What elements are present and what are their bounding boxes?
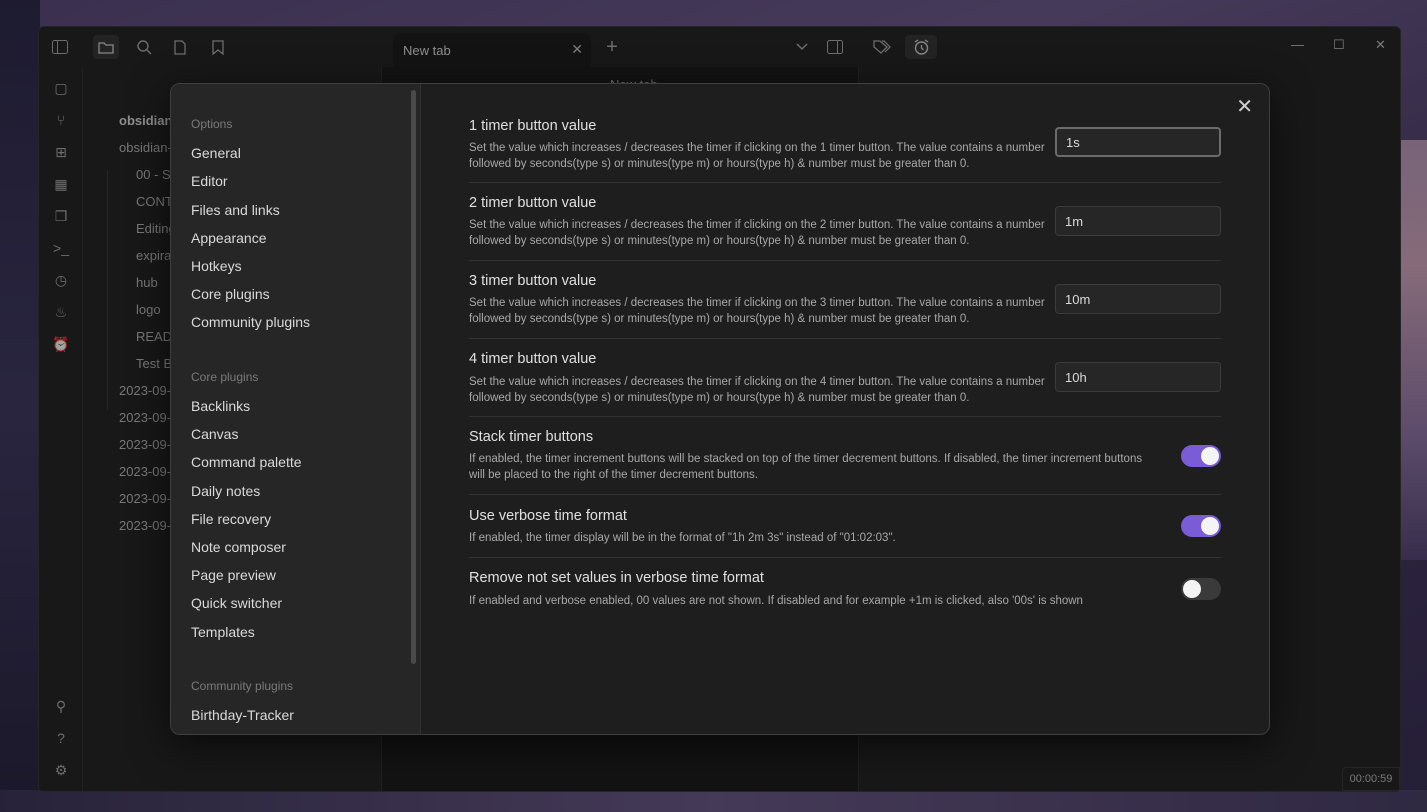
sidebar-item-appearance[interactable]: Appearance — [191, 230, 267, 246]
toggle-knob — [1201, 447, 1219, 465]
setting-stack-timer-buttons: Stack timer buttons If enabled, the time… — [469, 416, 1221, 494]
setting-description: Set the value which increases / decrease… — [469, 297, 1045, 325]
setting-name: 4 timer button value — [469, 351, 597, 367]
options-heading: Options — [191, 117, 233, 131]
sidebar-item-birthday-tracker[interactable]: Birthday-Tracker — [191, 707, 294, 723]
close-icon[interactable]: ✕ — [1236, 94, 1253, 119]
timer-1-value-input[interactable] — [1055, 127, 1221, 157]
setting-description: Set the value which increases / decrease… — [469, 142, 1045, 170]
timer-2-value-input[interactable] — [1055, 206, 1221, 236]
core-plugins-heading: Core plugins — [191, 370, 259, 384]
setting-name: 2 timer button value — [469, 195, 597, 211]
sidebar-scrollbar[interactable] — [411, 90, 416, 664]
setting-description: Set the value which increases / decrease… — [469, 219, 1045, 247]
setting-description: If enabled and verbose enabled, 00 value… — [469, 595, 1083, 607]
setting-timer-2: 2 timer button value Set the value which… — [469, 182, 1221, 260]
sidebar-item-file-recovery[interactable]: File recovery — [191, 511, 271, 527]
setting-name: Stack timer buttons — [469, 429, 594, 445]
toggle-knob — [1183, 580, 1201, 598]
setting-verbose-time-format: Use verbose time format If enabled, the … — [469, 494, 1221, 557]
remove-not-set-values-toggle[interactable] — [1181, 578, 1221, 600]
setting-name: Remove not set values in verbose time fo… — [469, 570, 764, 586]
sidebar-item-daily-notes[interactable]: Daily notes — [191, 483, 260, 499]
setting-description: If enabled, the timer increment buttons … — [469, 453, 1143, 481]
sidebar-item-canvas[interactable]: Canvas — [191, 426, 238, 442]
settings-modal: Options General Editor Files and links A… — [170, 83, 1270, 735]
sidebar-item-page-preview[interactable]: Page preview — [191, 567, 276, 583]
sidebar-item-community-plugins[interactable]: Community plugins — [191, 314, 310, 330]
sidebar-item-backlinks[interactable]: Backlinks — [191, 398, 250, 414]
sidebar-item-note-composer[interactable]: Note composer — [191, 539, 286, 555]
setting-description: Set the value which increases / decrease… — [469, 376, 1045, 404]
setting-name: Use verbose time format — [469, 508, 627, 524]
sidebar-item-editor[interactable]: Editor — [191, 173, 228, 189]
setting-remove-not-set-values: Remove not set values in verbose time fo… — [469, 557, 1221, 620]
sidebar-item-templates[interactable]: Templates — [191, 624, 255, 640]
setting-timer-4: 4 timer button value Set the value which… — [469, 338, 1221, 416]
toggle-knob — [1201, 517, 1219, 535]
timer-3-value-input[interactable] — [1055, 284, 1221, 314]
setting-name: 3 timer button value — [469, 273, 597, 289]
setting-name: 1 timer button value — [469, 118, 597, 134]
sidebar-item-core-plugins[interactable]: Core plugins — [191, 286, 270, 302]
sidebar-item-command-palette[interactable]: Command palette — [191, 454, 302, 470]
setting-description: If enabled, the timer display will be in… — [469, 532, 896, 544]
stack-timer-buttons-toggle[interactable] — [1181, 445, 1221, 467]
sidebar-item-hotkeys[interactable]: Hotkeys — [191, 258, 242, 274]
sidebar-item-quick-switcher[interactable]: Quick switcher — [191, 595, 282, 611]
community-plugins-heading: Community plugins — [191, 679, 294, 693]
sidebar-item-general[interactable]: General — [191, 145, 241, 161]
sidebar-item-files-and-links[interactable]: Files and links — [191, 202, 280, 218]
setting-timer-1: 1 timer button value Set the value which… — [469, 104, 1221, 184]
timer-4-value-input[interactable] — [1055, 362, 1221, 392]
verbose-time-format-toggle[interactable] — [1181, 515, 1221, 537]
settings-sidebar: Options General Editor Files and links A… — [171, 84, 421, 734]
setting-timer-3: 3 timer button value Set the value which… — [469, 260, 1221, 338]
